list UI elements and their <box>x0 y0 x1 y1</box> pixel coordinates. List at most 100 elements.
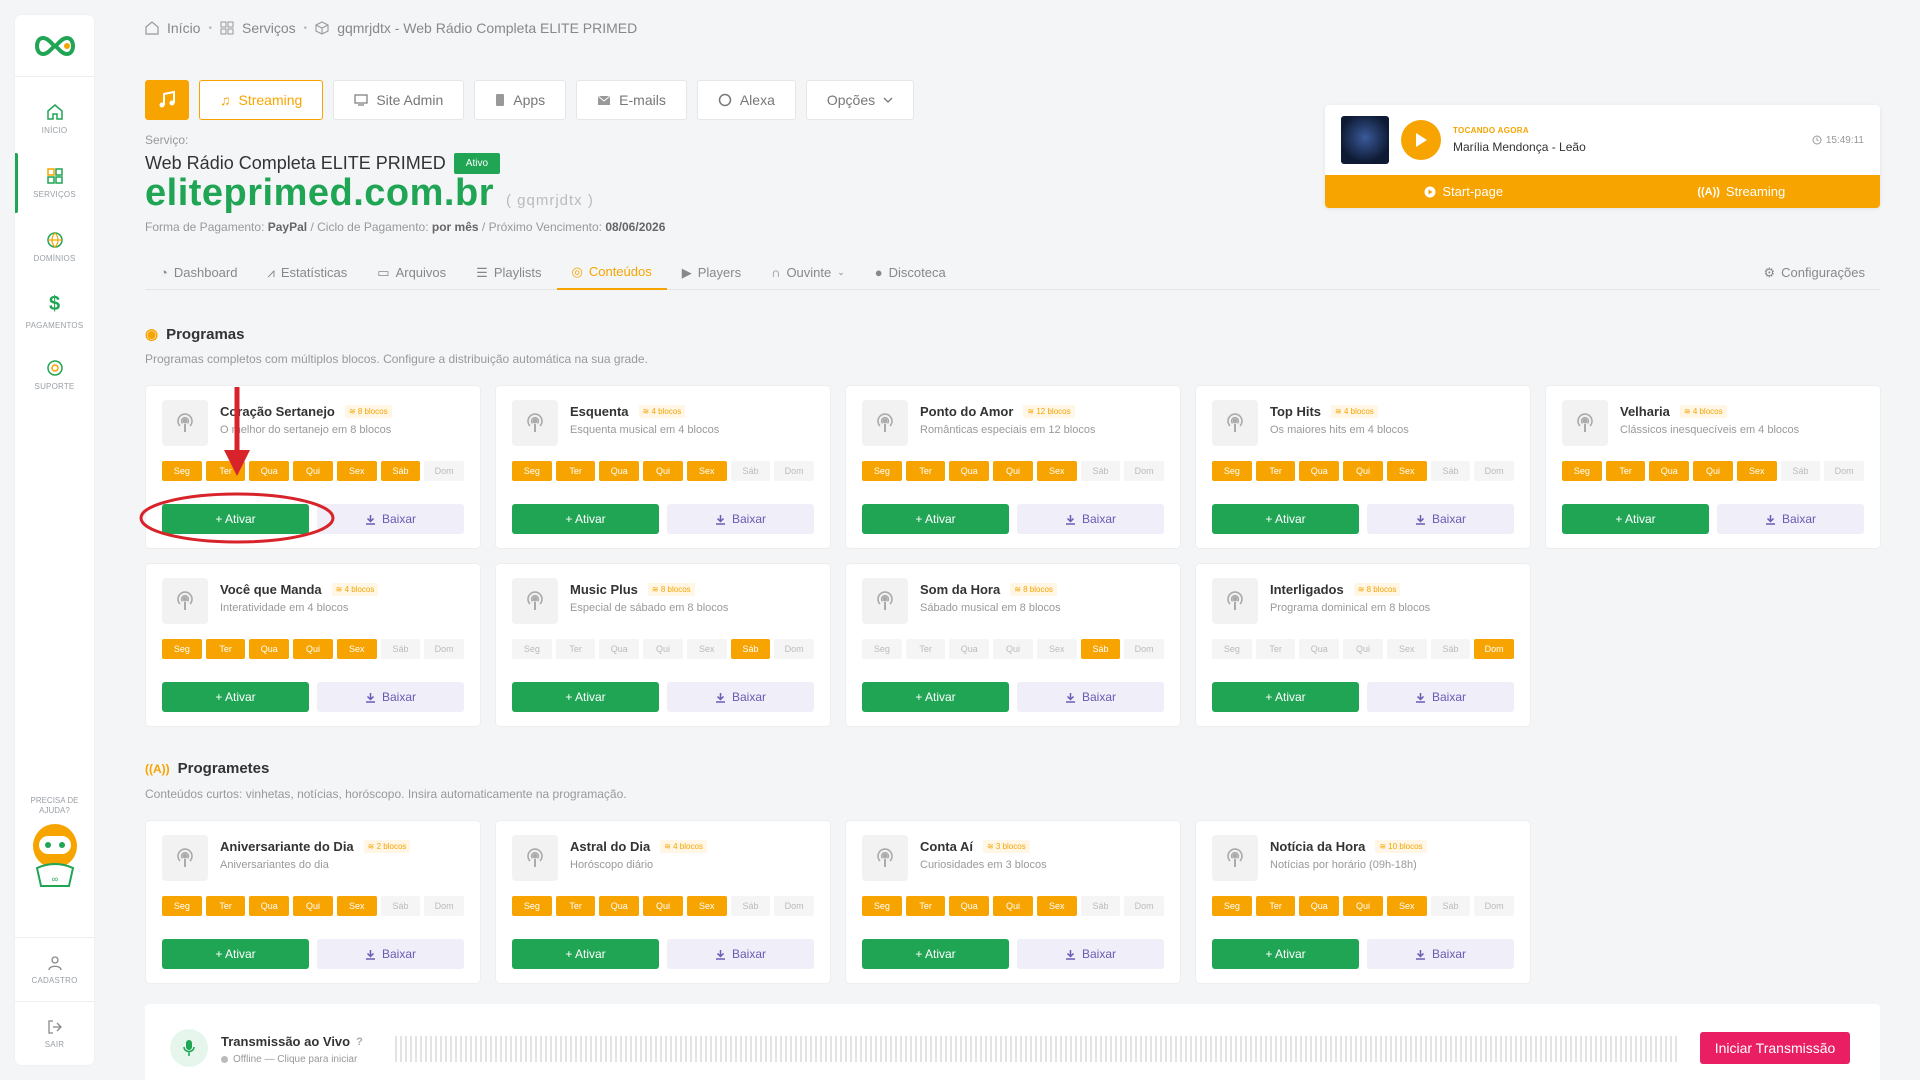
day-toggle[interactable]: Qui <box>293 639 333 659</box>
day-toggle[interactable]: Qua <box>1649 461 1690 481</box>
day-toggle[interactable]: Sáb <box>730 639 771 659</box>
day-toggle[interactable]: Seg <box>1212 461 1252 481</box>
baixar-button[interactable]: Baixar <box>667 939 814 969</box>
tab-site-admin[interactable]: Site Admin <box>333 80 465 120</box>
day-toggle[interactable]: Seg <box>512 461 552 481</box>
baixar-button[interactable]: Baixar <box>1367 504 1514 534</box>
ativar-button[interactable]: + Ativar <box>512 939 659 969</box>
day-toggle[interactable]: Dom <box>774 896 815 916</box>
tab-arquivos[interactable]: ▭ Arquivos <box>362 255 461 290</box>
day-toggle[interactable]: Seg <box>862 461 902 481</box>
day-toggle[interactable]: Qua <box>599 896 640 916</box>
day-toggle[interactable]: Qua <box>949 639 990 659</box>
day-toggle[interactable]: Qua <box>599 461 640 481</box>
day-toggle[interactable]: Qua <box>1299 896 1340 916</box>
tab-estatisticas[interactable]: ⩘ Estatísticas <box>252 255 362 290</box>
day-toggle[interactable]: Ter <box>1255 639 1296 659</box>
day-toggle[interactable]: Seg <box>162 639 202 659</box>
baixar-button[interactable]: Baixar <box>1367 939 1514 969</box>
day-toggle[interactable]: Dom <box>424 461 465 481</box>
day-toggle[interactable]: Sex <box>1386 896 1427 916</box>
day-toggle[interactable]: Sáb <box>1080 896 1121 916</box>
tab-apps[interactable]: Apps <box>474 80 567 120</box>
day-toggle[interactable]: Dom <box>424 639 465 659</box>
day-toggle[interactable]: Seg <box>162 461 202 481</box>
tab-configuracoes[interactable]: ⚙ Configurações <box>1749 255 1880 290</box>
tab-streaming[interactable]: ♫ Streaming <box>199 80 324 120</box>
day-toggle[interactable]: Dom <box>1474 896 1515 916</box>
day-toggle[interactable]: Sáb <box>1780 461 1821 481</box>
tab-ouvinte[interactable]: ∩ Ouvinte ⌄ <box>756 255 860 290</box>
day-toggle[interactable]: Sex <box>1386 461 1427 481</box>
day-toggle[interactable]: Qui <box>643 639 683 659</box>
day-toggle[interactable]: Qua <box>249 896 290 916</box>
day-toggle[interactable]: Ter <box>1605 461 1646 481</box>
tab-playlists[interactable]: ☰ Playlists <box>461 255 556 290</box>
help-widget[interactable]: PRECISA DE AJUDA? ∞ <box>15 796 94 895</box>
day-toggle[interactable]: Sáb <box>1080 461 1121 481</box>
day-toggle[interactable]: Qui <box>1343 896 1383 916</box>
logo[interactable] <box>15 15 94 77</box>
day-toggle[interactable]: Dom <box>1124 639 1165 659</box>
ativar-button[interactable]: + Ativar <box>1212 682 1359 712</box>
baixar-button[interactable]: Baixar <box>1017 939 1164 969</box>
day-toggle[interactable]: Sex <box>1036 639 1077 659</box>
tab-dashboard[interactable]: ◔ Dashboard <box>145 255 252 290</box>
day-toggle[interactable]: Dom <box>774 461 815 481</box>
baixar-button[interactable]: Baixar <box>317 682 464 712</box>
day-toggle[interactable]: Qua <box>1299 461 1340 481</box>
tab-alexa[interactable]: Alexa <box>696 80 796 120</box>
day-toggle[interactable]: Qui <box>1343 461 1383 481</box>
baixar-button[interactable]: Baixar <box>317 939 464 969</box>
day-toggle[interactable]: Ter <box>905 639 946 659</box>
day-toggle[interactable]: Dom <box>1474 461 1515 481</box>
day-toggle[interactable]: Sex <box>336 639 377 659</box>
day-toggle[interactable]: Seg <box>512 639 552 659</box>
day-toggle[interactable]: Seg <box>862 639 902 659</box>
day-toggle[interactable]: Sex <box>686 461 727 481</box>
day-toggle[interactable]: Sáb <box>1080 639 1121 659</box>
music-tab-button[interactable] <box>145 80 189 120</box>
day-toggle[interactable]: Sáb <box>730 896 771 916</box>
sidebar-item-cadastro[interactable]: CADASTRO <box>15 937 94 1001</box>
ativar-button[interactable]: + Ativar <box>862 504 1009 534</box>
baixar-button[interactable]: Baixar <box>1367 682 1514 712</box>
ativar-button[interactable]: + Ativar <box>162 682 309 712</box>
day-toggle[interactable]: Qui <box>293 461 333 481</box>
ativar-button[interactable]: + Ativar <box>162 939 309 969</box>
day-toggle[interactable]: Sex <box>1036 461 1077 481</box>
day-toggle[interactable]: Seg <box>1212 896 1252 916</box>
sidebar-item-suporte[interactable]: SUPORTE <box>15 343 94 407</box>
day-toggle[interactable]: Sáb <box>380 639 421 659</box>
day-toggle[interactable]: Qua <box>949 896 990 916</box>
day-toggle[interactable]: Seg <box>512 896 552 916</box>
tab-players[interactable]: ▶ Players <box>667 255 756 290</box>
tab-opcoes[interactable]: Opções <box>805 80 915 120</box>
baixar-button[interactable]: Baixar <box>1017 504 1164 534</box>
day-toggle[interactable]: Dom <box>1124 461 1165 481</box>
day-toggle[interactable]: Dom <box>1474 639 1515 659</box>
baixar-button[interactable]: Baixar <box>317 504 464 534</box>
help-circle-icon[interactable]: ? <box>356 1036 363 1048</box>
day-toggle[interactable]: Sex <box>1736 461 1777 481</box>
day-toggle[interactable]: Dom <box>1824 461 1865 481</box>
start-transmission-button[interactable]: Iniciar Transmissão <box>1700 1032 1850 1064</box>
day-toggle[interactable]: Sáb <box>380 896 421 916</box>
day-toggle[interactable]: Ter <box>205 896 246 916</box>
day-toggle[interactable]: Sex <box>336 461 377 481</box>
day-toggle[interactable]: Seg <box>862 896 902 916</box>
baixar-button[interactable]: Baixar <box>667 682 814 712</box>
day-toggle[interactable]: Qui <box>293 896 333 916</box>
streaming-button[interactable]: ((A)) Streaming <box>1603 175 1881 208</box>
day-toggle[interactable]: Sex <box>1386 639 1427 659</box>
ativar-button[interactable]: + Ativar <box>162 504 309 534</box>
tab-conteudos[interactable]: ◎ Conteúdos <box>556 255 667 290</box>
ativar-button[interactable]: + Ativar <box>862 939 1009 969</box>
breadcrumb-inicio[interactable]: Início <box>167 20 200 36</box>
day-toggle[interactable]: Qua <box>1299 639 1340 659</box>
day-toggle[interactable]: Qui <box>1343 639 1383 659</box>
day-toggle[interactable]: Sex <box>336 896 377 916</box>
play-button[interactable] <box>1401 120 1441 160</box>
ativar-button[interactable]: + Ativar <box>512 504 659 534</box>
day-toggle[interactable]: Qua <box>249 639 290 659</box>
